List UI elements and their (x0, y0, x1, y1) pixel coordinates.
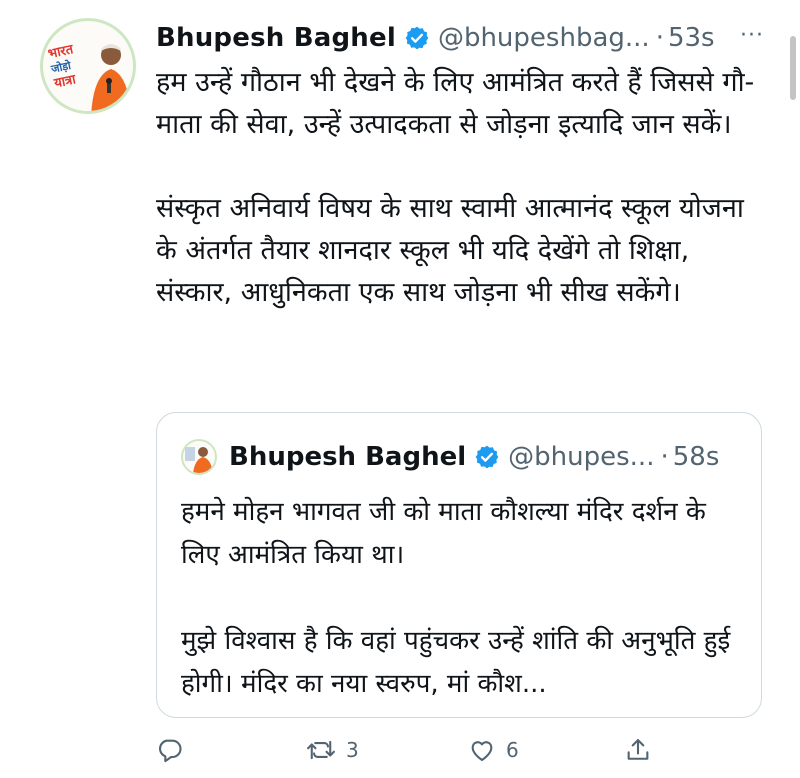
retweet-count: 3 (346, 738, 359, 762)
quoted-tweet-timestamp: 58s (672, 442, 720, 472)
tweet-timestamp[interactable]: 53s (668, 23, 715, 53)
quoted-verified-badge-icon (474, 444, 500, 470)
reply-button[interactable] (156, 730, 184, 770)
heart-icon (471, 741, 493, 761)
tweet-actions-bar: 3 6 (156, 730, 776, 770)
reply-icon (159, 739, 182, 763)
retweet-button[interactable]: 3 (306, 730, 359, 770)
quoted-tweet-body: हमने मोहन भागवत जी को माता कौशल्या मंदिर… (181, 497, 731, 699)
retweet-icon (307, 740, 335, 760)
quoted-separator-dot: · (660, 442, 669, 472)
quoted-author-avatar (181, 439, 217, 475)
scrollbar[interactable] (790, 36, 796, 100)
separator-dot: · (655, 23, 664, 53)
tweet-body: हम उन्हें गौठान भी देखने के लिए आमंत्रित… (156, 67, 755, 308)
author-name[interactable]: Bhupesh Baghel (156, 23, 396, 53)
verified-badge-icon (404, 25, 430, 51)
share-button[interactable] (624, 730, 652, 770)
person-photo (91, 44, 131, 111)
tweet-header: Bhupesh Baghel @bhupeshbag... · 53s (156, 20, 715, 56)
quoted-author-name: Bhupesh Baghel (229, 442, 467, 472)
author-avatar[interactable]: भारत जोड़ो यात्रा (40, 18, 136, 114)
tweet[interactable]: भारत जोड़ो यात्रा Bhupesh Baghel @bhupes… (0, 0, 800, 778)
like-button[interactable]: 6 (468, 730, 519, 770)
like-count: 6 (506, 738, 519, 762)
more-options-icon[interactable]: ··· (734, 24, 770, 48)
author-handle[interactable]: @bhupeshbag... (438, 23, 650, 53)
quoted-person-photo (185, 447, 213, 473)
quoted-tweet-header: Bhupesh Baghel @bhupes... · 58s (229, 437, 719, 477)
share-icon (627, 739, 649, 760)
quoted-author-handle: @bhupes... (508, 442, 655, 472)
quoted-tweet[interactable]: Bhupesh Baghel @bhupes... · 58s हमने मोह… (156, 412, 762, 718)
